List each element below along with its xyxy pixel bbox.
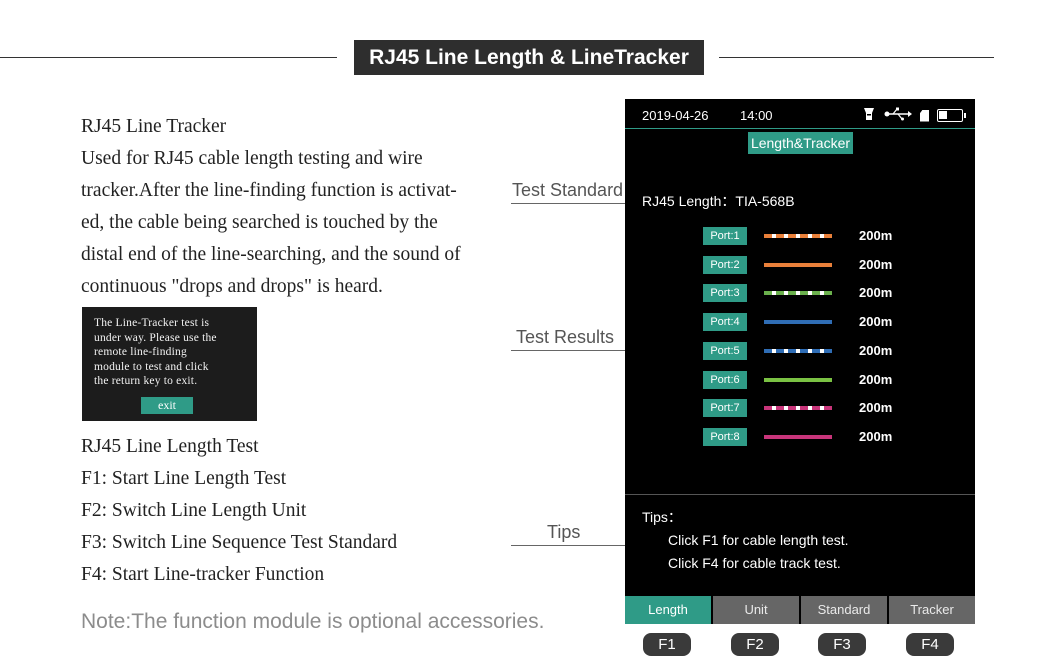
description-line: distal end of the line-searching, and th… — [81, 244, 461, 265]
port-row: Port:7 200m — [703, 399, 953, 418]
description-line: tracker.After the line-finding function … — [81, 180, 457, 201]
hardkey-f4[interactable]: F4 — [906, 633, 954, 656]
hardkey-f2[interactable]: F2 — [731, 633, 779, 656]
port-label: Port:4 — [703, 313, 747, 332]
hardkey-f3[interactable]: F3 — [818, 633, 866, 656]
accessory-note: Note:The function module is optional acc… — [81, 610, 545, 633]
port-label: Port:2 — [703, 255, 747, 274]
port-row: Port:4 200m — [703, 313, 953, 332]
function-list: RJ45 Line Length Test F1: Start Line Len… — [81, 431, 397, 591]
port-label: Port:8 — [703, 427, 747, 446]
description-line: continuous "drops and drops" is heard. — [81, 276, 383, 297]
popup-message: The Line-Tracker test is under way. Plea… — [94, 317, 217, 387]
port-label: Port:5 — [703, 341, 747, 360]
description-line: ed, the cable being searched is touched … — [81, 212, 438, 233]
port-length: 200m — [859, 228, 893, 243]
sd-card-icon — [920, 109, 929, 122]
callout-test-standard: Test Standard — [512, 180, 624, 200]
status-bar: 2019-04-26 14:00 — [625, 99, 975, 129]
softkey-bar: Length Unit Standard Tracker — [625, 596, 975, 624]
callout-line-tips — [511, 545, 635, 546]
wire-color-swatch — [764, 234, 832, 238]
function-line: F4: Start Line-tracker Function — [81, 564, 325, 585]
mode-title: Length&Tracker — [748, 132, 853, 154]
description-line: RJ45 Line Tracker — [81, 116, 227, 137]
wire-color-swatch — [764, 320, 832, 325]
softkey-unit[interactable]: Unit — [713, 596, 799, 624]
port-length: 200m — [859, 256, 893, 272]
function-line: F3: Switch Line Sequence Test Standard — [81, 532, 398, 553]
port-length: 200m — [859, 285, 893, 301]
port-label: Port:7 — [703, 399, 747, 418]
wire-color-swatch — [764, 406, 832, 411]
port-label: Port:6 — [703, 370, 747, 389]
callout-test-results: Test Results — [516, 327, 615, 347]
hardkey-f1[interactable]: F1 — [643, 633, 691, 656]
softkey-standard[interactable]: Standard — [801, 596, 887, 624]
battery-icon — [937, 109, 966, 122]
flashlight-icon — [862, 106, 876, 125]
battery-level — [939, 111, 947, 119]
port-length: 200m — [859, 428, 893, 444]
port-row: Port:6 200m — [703, 370, 953, 389]
wire-color-swatch — [764, 291, 832, 296]
port-length: 200m — [859, 314, 893, 330]
test-standard-readout: RJ45 Length：TIA-568B — [642, 193, 795, 209]
function-line: F2: Switch Line Length Unit — [81, 500, 307, 521]
wire-color-swatch — [764, 348, 832, 353]
tip-line: Click F4 for cable track test. — [668, 555, 841, 571]
wire-color-swatch — [764, 434, 832, 439]
description-line: Used for RJ45 cable length testing and w… — [81, 148, 423, 169]
tip-line: Click F1 for cable length test. — [668, 532, 849, 548]
tracker-popup: The Line-Tracker test is under way. Plea… — [82, 307, 257, 421]
tips-divider — [625, 494, 975, 495]
port-row: Port:2 200m — [703, 255, 953, 274]
tips-heading: Tips： — [642, 509, 682, 525]
port-row: Port:5 200m — [703, 341, 953, 360]
port-label: Port:3 — [703, 284, 747, 303]
softkey-length[interactable]: Length — [625, 596, 711, 624]
status-time: 14:00 — [740, 108, 773, 123]
function-line: F1: Start Line Length Test — [81, 468, 287, 489]
status-date: 2019-04-26 — [642, 108, 709, 123]
port-row: Port:8 200m — [703, 427, 953, 446]
popup-exit-button[interactable]: exit — [141, 397, 193, 414]
softkey-tracker[interactable]: Tracker — [889, 596, 975, 624]
port-length: 200m — [859, 342, 893, 358]
usb-icon — [884, 107, 912, 124]
page-title: RJ45 Line Length & LineTracker — [354, 40, 704, 75]
function-line: RJ45 Line Length Test — [81, 436, 259, 457]
tracker-description: RJ45 Line Tracker Used for RJ45 cable le… — [81, 111, 461, 303]
header-rule-right — [719, 57, 994, 58]
port-label: Port:1 — [703, 227, 747, 245]
callout-line-results — [511, 350, 635, 351]
wire-color-swatch — [764, 377, 832, 382]
port-row: Port:1 200m — [703, 227, 953, 245]
device-screen: 2019-04-26 14:00 Length&Tracker RJ45 Len… — [625, 99, 975, 624]
callout-line-standard — [511, 203, 635, 204]
wire-color-swatch — [764, 262, 832, 267]
port-length: 200m — [859, 371, 893, 387]
status-icons — [862, 106, 966, 125]
port-length: 200m — [859, 400, 893, 416]
port-row: Port:3 200m — [703, 284, 953, 303]
header-rule-left — [0, 57, 337, 58]
callout-tips: Tips — [547, 522, 581, 542]
